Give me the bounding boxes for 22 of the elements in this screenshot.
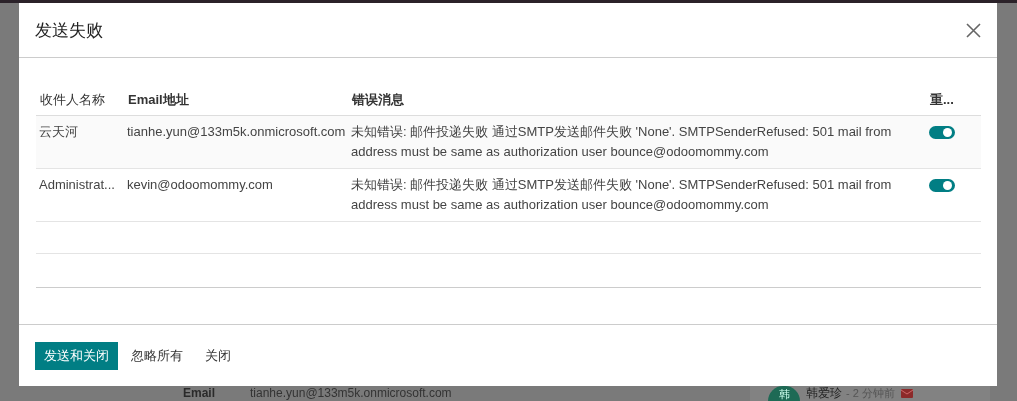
author-name: 韩爱珍 (806, 386, 842, 401)
column-header[interactable]: Email地址 (124, 85, 348, 116)
toggle-switch[interactable] (929, 179, 955, 192)
close-icon[interactable] (964, 20, 983, 40)
footer-link-button[interactable]: 关闭 (196, 341, 240, 370)
recipient-cell: Administrat... (36, 168, 124, 222)
recipient-cell: 云天河 (36, 115, 124, 169)
email-value: tianhe.yun@133m5k.onmicrosoft.com (250, 386, 452, 401)
field-label: Email (183, 386, 216, 401)
envelope-icon (900, 389, 913, 398)
send-close-button[interactable]: 发送和关闭 (35, 341, 118, 370)
column-header[interactable]: 重... (926, 85, 981, 116)
toggle-switch[interactable] (929, 126, 955, 139)
email-cell: tianhe.yun@133m5k.onmicrosoft.com (124, 115, 348, 169)
error-message-cell: 未知错误: 邮件投递失败 通过SMTP发送邮件失败 'None'. SMTPSenderRefused: 501 mail from address must be same as authorization user bounce@odoomommy.com (348, 115, 926, 169)
column-header[interactable]: 收件人名称 (36, 85, 124, 116)
dialog-title: 发送失败 (35, 19, 103, 42)
footer-link-button[interactable]: 忽略所有 (122, 341, 192, 370)
avatar: 韩 (768, 386, 800, 401)
error-message-cell: 未知错误: 邮件投递失败 通过SMTP发送邮件失败 'None'. SMTPSenderRefused: 501 mail from address must be same as authorization user bounce@odoomommy.com (348, 168, 926, 222)
email-cell: kevin@odoomommy.com (124, 168, 348, 222)
column-header[interactable]: 错误消息 (348, 85, 926, 116)
